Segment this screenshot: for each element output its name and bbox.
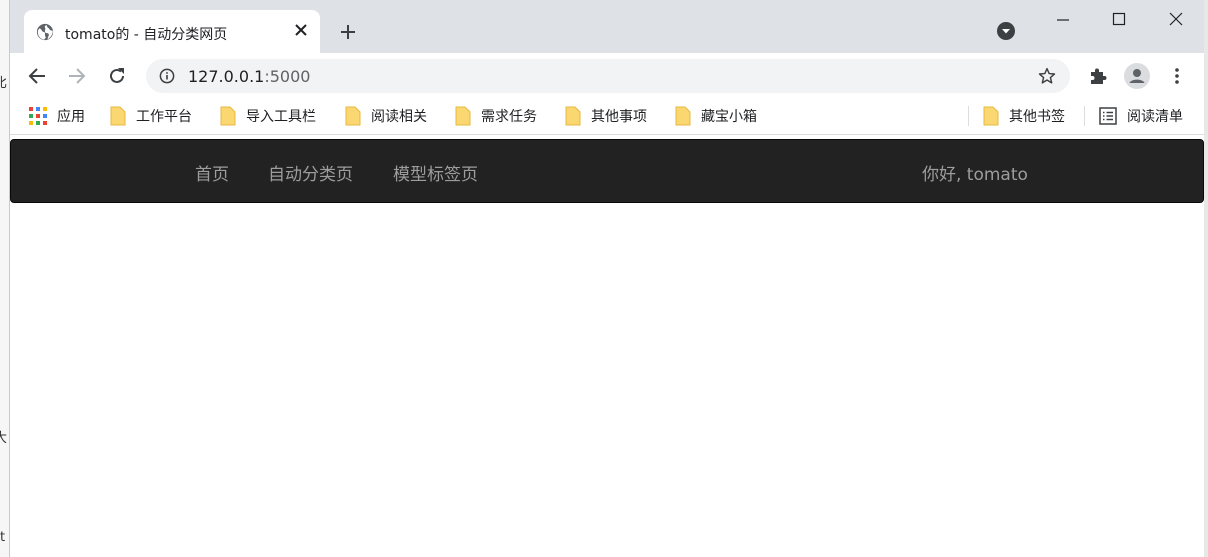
background-text-fragment: 比	[0, 72, 7, 91]
globe-icon	[36, 23, 54, 45]
folder-icon	[110, 106, 126, 126]
site-navbar: 首页 自动分类页 模型标签页 你好, tomato	[10, 139, 1204, 203]
bookmark-label: 阅读清单	[1127, 109, 1183, 125]
reading-list-button[interactable]: 阅读清单	[1099, 105, 1183, 127]
bookmark-label: 导入工具栏	[246, 109, 316, 125]
maximize-icon[interactable]	[1094, 8, 1144, 30]
user-greeting[interactable]: 你好, tomato	[922, 160, 1028, 185]
minimize-icon[interactable]	[1038, 8, 1088, 30]
url-host: 127.0.0.1	[188, 67, 265, 86]
back-icon[interactable]	[24, 63, 50, 89]
forward-icon[interactable]	[64, 63, 90, 89]
window-close-icon[interactable]	[1151, 8, 1201, 30]
bookmark-label: 藏宝小箱	[701, 109, 757, 125]
browser-toolbar: 127.0.0.1:5000	[10, 53, 1204, 98]
bookmarks-divider	[968, 106, 969, 126]
extensions-icon[interactable]	[1085, 63, 1111, 89]
folder-icon	[675, 106, 691, 126]
bookmark-label: 工作平台	[136, 109, 192, 125]
plus-icon[interactable]	[336, 20, 360, 44]
folder-icon	[220, 106, 236, 126]
bookmark-folder[interactable]: 其他事项	[565, 105, 647, 127]
nav-link-auto-classify[interactable]: 自动分类页	[268, 160, 353, 185]
bookmark-label: 其他书签	[1009, 109, 1065, 125]
address-bar[interactable]: 127.0.0.1:5000	[146, 59, 1070, 93]
bookmark-label: 阅读相关	[371, 109, 427, 125]
bookmark-folder[interactable]: 需求任务	[455, 105, 537, 127]
tab-active[interactable]: tomato的 - 自动分类网页	[24, 10, 320, 53]
bookmarks-bar: 应用 工作平台 导入工具栏 阅读相关 需求任务 其他事项 藏宝小箱 其他书签 阅…	[10, 98, 1204, 135]
info-icon[interactable]	[159, 68, 175, 88]
bookmark-folder[interactable]: 导入工具栏	[220, 105, 316, 127]
reload-icon[interactable]	[104, 63, 130, 89]
background-text-fragment: t	[0, 530, 6, 545]
folder-icon	[455, 106, 471, 126]
background-text-fragment: 大	[0, 427, 7, 446]
bookmark-folder[interactable]: 阅读相关	[345, 105, 427, 127]
tab-strip: tomato的 - 自动分类网页	[10, 0, 1204, 53]
profile-icon[interactable]	[1124, 63, 1150, 89]
background-window-edge: 比 大 t	[0, 0, 10, 557]
bookmark-folder[interactable]: 工作平台	[110, 105, 192, 127]
folder-icon	[983, 106, 999, 126]
bookmark-apps[interactable]: 应用	[29, 105, 85, 127]
tab-search-icon[interactable]	[997, 22, 1015, 44]
bookmark-other-folder[interactable]: 其他书签	[983, 105, 1065, 127]
url-port: :5000	[264, 67, 311, 86]
bookmarks-divider	[1084, 106, 1085, 126]
tab-title: tomato的 - 自动分类网页	[65, 27, 228, 43]
folder-icon	[565, 106, 581, 126]
reading-list-icon	[1099, 107, 1117, 125]
bookmark-label: 需求任务	[481, 109, 537, 125]
nav-link-model-tags[interactable]: 模型标签页	[393, 160, 478, 185]
url-text: 127.0.0.1:5000	[188, 67, 310, 86]
folder-icon	[345, 106, 361, 126]
menu-icon[interactable]	[1164, 63, 1190, 89]
bookmark-label: 其他事项	[591, 109, 647, 125]
close-icon[interactable]	[292, 21, 310, 39]
star-icon[interactable]	[1038, 67, 1056, 89]
bookmark-label: 应用	[57, 109, 85, 125]
nav-link-home[interactable]: 首页	[195, 160, 229, 185]
apps-icon	[29, 107, 47, 125]
browser-window: tomato的 - 自动分类网页 127.0.0.1:5000 应用 工作平台 …	[10, 0, 1204, 557]
bookmark-folder[interactable]: 藏宝小箱	[675, 105, 757, 127]
page-content: 首页 自动分类页 模型标签页 你好, tomato	[10, 135, 1204, 557]
